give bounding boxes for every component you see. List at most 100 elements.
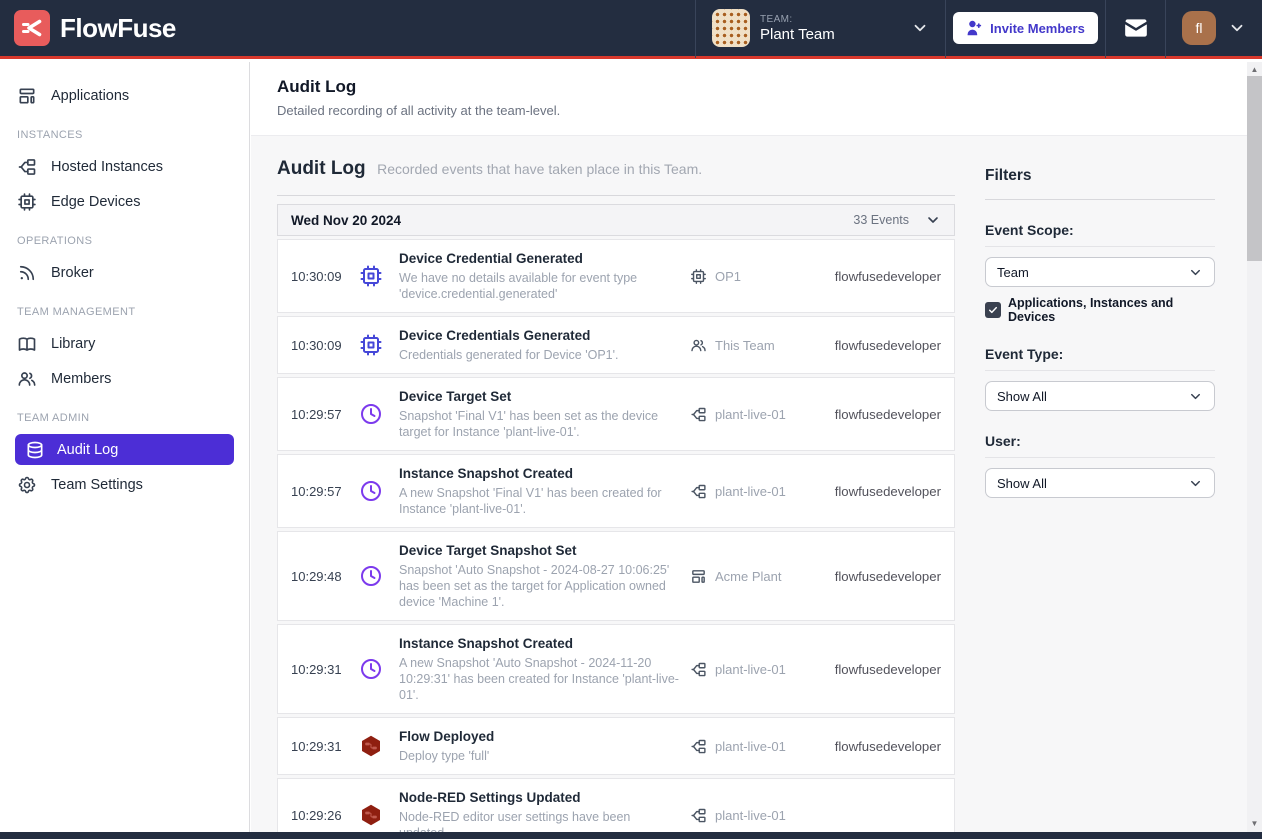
check-icon bbox=[987, 304, 999, 316]
sidebar-item-applications[interactable]: Applications bbox=[0, 78, 249, 113]
flowfuse-logo-icon[interactable] bbox=[14, 10, 50, 46]
invite-members-label: Invite Members bbox=[990, 21, 1085, 36]
event-description: Snapshot 'Final V1' has been set as the … bbox=[399, 408, 682, 440]
audit-event-row[interactable]: 10:29:48 Device Target Snapshot Set Snap… bbox=[277, 531, 955, 621]
sidebar-section-operations: OPERATIONS bbox=[0, 219, 249, 255]
event-type-label: Event Type: bbox=[985, 346, 1215, 371]
event-title: Device Credentials Generated bbox=[399, 327, 682, 345]
audit-event-row[interactable]: 10:30:09 Device Credentials Generated Cr… bbox=[277, 316, 955, 374]
sidebar-item-library[interactable]: Library bbox=[0, 326, 249, 361]
team-selector[interactable]: TEAM: Plant Team bbox=[695, 0, 945, 58]
date-group-header[interactable]: Wed Nov 20 2024 33 Events bbox=[277, 204, 955, 236]
include-scope-checkbox-label: Applications, Instances and Devices bbox=[1008, 296, 1215, 324]
sidebar-section-team-management: TEAM MANAGEMENT bbox=[0, 290, 249, 326]
event-description: A new Snapshot 'Final V1' has been creat… bbox=[399, 485, 682, 517]
sidebar-item-team-settings[interactable]: Team Settings bbox=[0, 467, 249, 502]
scroll-up-arrow[interactable]: ▲ bbox=[1247, 62, 1262, 77]
filters-heading: Filters bbox=[985, 167, 1215, 185]
event-user: flowfusedeveloper bbox=[830, 662, 941, 677]
event-scope-select[interactable]: Team bbox=[985, 257, 1215, 287]
chevron-down-icon bbox=[1228, 19, 1246, 37]
team-icon bbox=[690, 337, 707, 354]
event-description: Deploy type 'full' bbox=[399, 748, 682, 764]
sidebar-item-hosted-instances[interactable]: Hosted Instances bbox=[0, 149, 249, 184]
page-header: Audit Log Detailed recording of all acti… bbox=[251, 62, 1247, 136]
event-title: Instance Snapshot Created bbox=[399, 635, 682, 653]
chevron-down-icon bbox=[1188, 265, 1203, 280]
event-user: flowfusedeveloper bbox=[830, 739, 941, 754]
event-scope: plant-live-01 bbox=[690, 807, 830, 824]
event-title: Flow Deployed bbox=[399, 728, 682, 746]
audit-event-row[interactable]: 10:30:09 Device Credential Generated We … bbox=[277, 239, 955, 313]
audit-log-panel: Audit Log Recorded events that have take… bbox=[277, 156, 955, 832]
event-scope-label: This Team bbox=[715, 338, 775, 353]
date-group-count: 33 Events bbox=[853, 213, 909, 227]
bottom-strip bbox=[0, 832, 1262, 839]
event-scope-label: plant-live-01 bbox=[715, 484, 786, 499]
event-time: 10:29:57 bbox=[291, 484, 351, 499]
broker-icon bbox=[17, 263, 37, 283]
event-title: Device Credential Generated bbox=[399, 250, 682, 268]
settings-icon bbox=[17, 475, 37, 495]
clock-icon bbox=[359, 402, 383, 426]
event-scope: plant-live-01 bbox=[690, 406, 830, 423]
event-type-select[interactable]: Show All bbox=[985, 381, 1215, 411]
event-scope-label: Acme Plant bbox=[715, 569, 781, 584]
event-description: Node-RED editor user settings have been … bbox=[399, 809, 682, 832]
sidebar-item-audit-log[interactable]: Audit Log bbox=[15, 434, 234, 465]
event-title: Instance Snapshot Created bbox=[399, 465, 682, 483]
scrollbar-thumb[interactable] bbox=[1247, 76, 1262, 261]
include-scope-checkbox-row[interactable]: Applications, Instances and Devices bbox=[985, 296, 1215, 324]
event-scope: plant-live-01 bbox=[690, 483, 830, 500]
event-user: flowfusedeveloper bbox=[830, 484, 941, 499]
event-time: 10:30:09 bbox=[291, 338, 351, 353]
event-scope: plant-live-01 bbox=[690, 738, 830, 755]
chevron-down-icon bbox=[911, 19, 929, 37]
sidebar-section-instances: INSTANCES bbox=[0, 113, 249, 149]
page-subtitle: Detailed recording of all activity at th… bbox=[277, 103, 1221, 118]
user-filter-select[interactable]: Show All bbox=[985, 468, 1215, 498]
clock-icon bbox=[359, 564, 383, 588]
event-title: Device Target Set bbox=[399, 388, 682, 406]
filters-panel: Filters Event Scope: Team Applications, … bbox=[985, 156, 1215, 832]
audit-heading-hint: Recorded events that have taken place in… bbox=[377, 161, 702, 177]
chevron-down-icon bbox=[1188, 389, 1203, 404]
user-menu[interactable]: fl bbox=[1165, 0, 1262, 58]
date-group-label: Wed Nov 20 2024 bbox=[291, 213, 853, 228]
event-scope-value: Team bbox=[997, 265, 1188, 280]
applications-icon bbox=[690, 568, 707, 585]
event-time: 10:29:26 bbox=[291, 808, 351, 823]
chip-icon bbox=[690, 268, 707, 285]
vertical-scrollbar[interactable]: ▲ ▼ bbox=[1247, 62, 1262, 839]
user-avatar: fl bbox=[1182, 11, 1216, 45]
sidebar-item-broker[interactable]: Broker bbox=[0, 255, 249, 290]
sidebar-item-edge-devices[interactable]: Edge Devices bbox=[0, 184, 249, 219]
audit-event-row[interactable]: 10:29:57 Instance Snapshot Created A new… bbox=[277, 454, 955, 528]
nodered-icon bbox=[359, 734, 383, 758]
divider bbox=[277, 195, 955, 196]
instances-icon bbox=[17, 157, 37, 177]
audit-table: Wed Nov 20 2024 33 Events 10:30:09 Devic… bbox=[277, 204, 955, 832]
invite-members-button[interactable]: Invite Members bbox=[953, 12, 1098, 44]
audit-event-row[interactable]: 10:29:57 Device Target Set Snapshot 'Fin… bbox=[277, 377, 955, 451]
instances-icon bbox=[690, 483, 707, 500]
brand-name: FlowFuse bbox=[60, 13, 176, 44]
notifications-button[interactable] bbox=[1105, 0, 1165, 58]
audit-event-row[interactable]: 10:29:31 Instance Snapshot Created A new… bbox=[277, 624, 955, 714]
nodered-icon bbox=[359, 803, 383, 827]
sidebar-item-members[interactable]: Members bbox=[0, 361, 249, 396]
audit-event-row[interactable]: 10:29:31 Flow Deployed Deploy type 'full… bbox=[277, 717, 955, 775]
members-icon bbox=[17, 369, 37, 389]
chip-icon bbox=[359, 264, 383, 288]
scroll-down-arrow[interactable]: ▼ bbox=[1247, 816, 1262, 831]
event-scope-label: plant-live-01 bbox=[715, 662, 786, 677]
chip-icon bbox=[359, 333, 383, 357]
instances-icon bbox=[690, 406, 707, 423]
checkbox-checked[interactable] bbox=[985, 302, 1001, 318]
applications-icon bbox=[17, 86, 37, 106]
team-name: Plant Team bbox=[760, 26, 901, 43]
event-title: Device Target Snapshot Set bbox=[399, 542, 682, 560]
event-description: Snapshot 'Auto Snapshot - 2024-08-27 10:… bbox=[399, 562, 682, 610]
audit-event-row[interactable]: 10:29:26 Node-RED Settings Updated Node-… bbox=[277, 778, 955, 832]
event-scope: Acme Plant bbox=[690, 568, 830, 585]
